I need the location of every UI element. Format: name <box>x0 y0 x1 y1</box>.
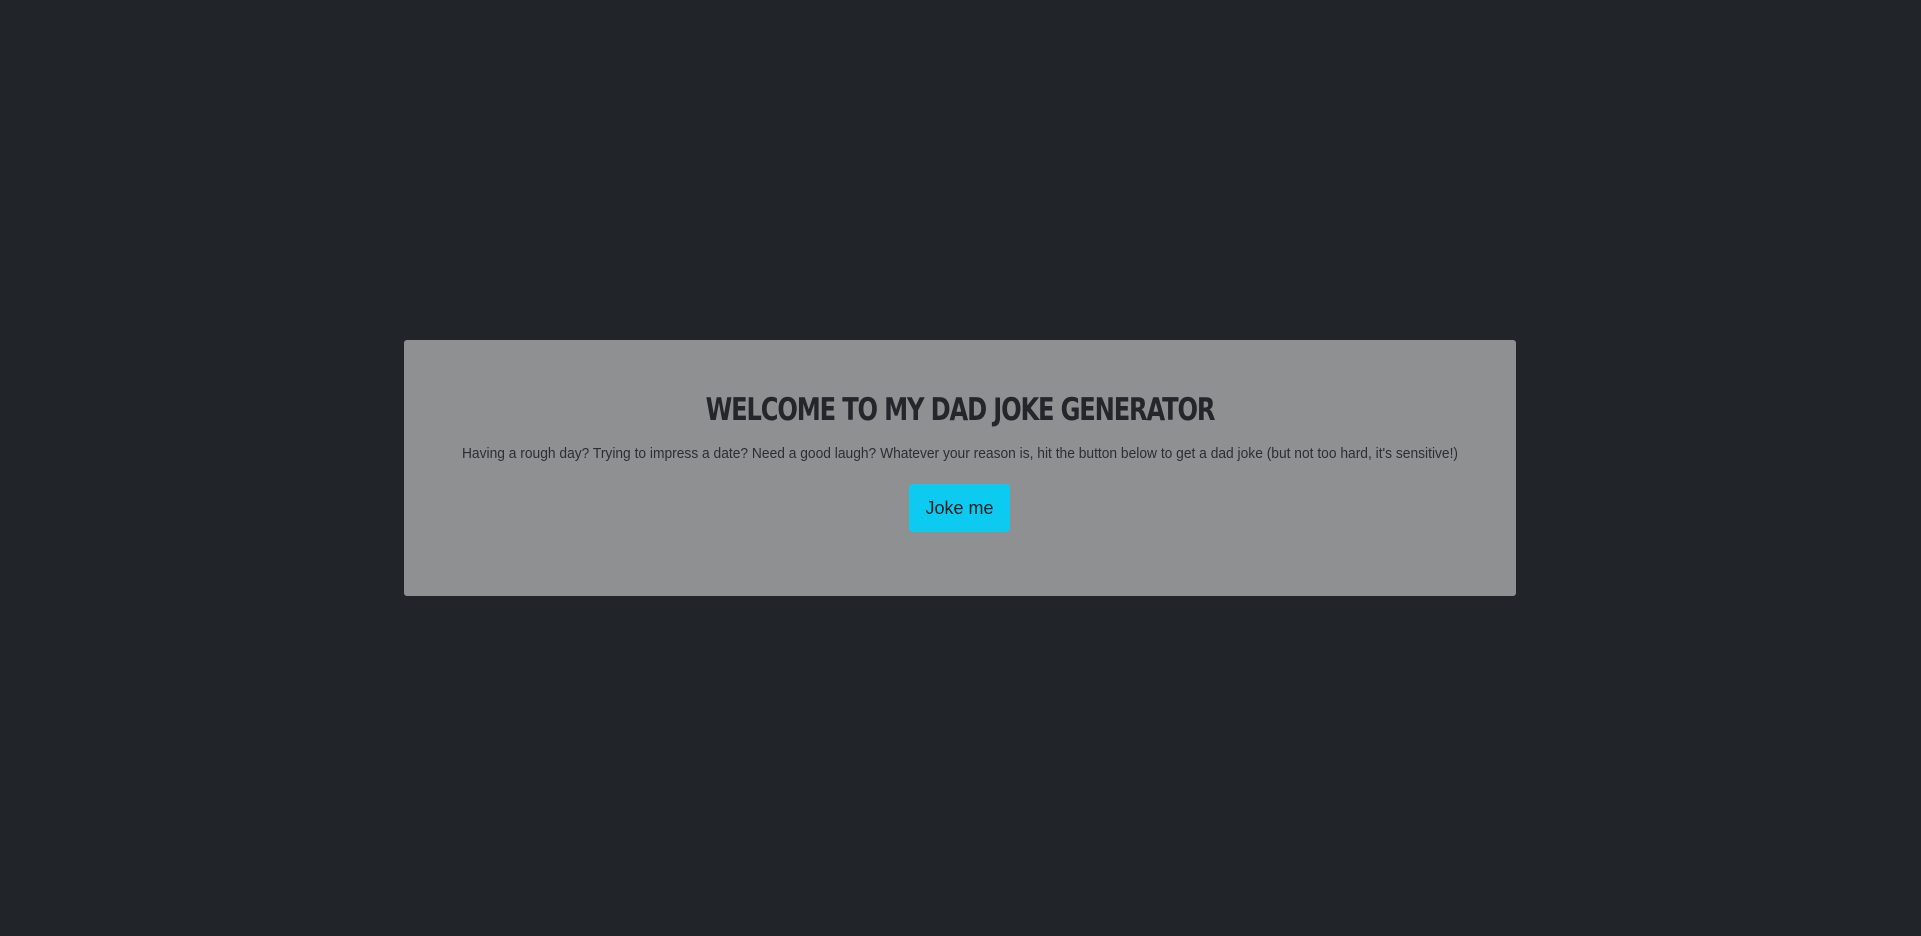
joke-me-button[interactable]: Joke me <box>909 484 1010 532</box>
joke-generator-card: Welcome to my Dad Joke Generator Having … <box>404 340 1516 596</box>
joke-output <box>404 546 1516 566</box>
page-title: Welcome to my Dad Joke Generator <box>705 392 1216 428</box>
page-subtitle: Having a rough day? Trying to impress a … <box>461 445 1459 462</box>
